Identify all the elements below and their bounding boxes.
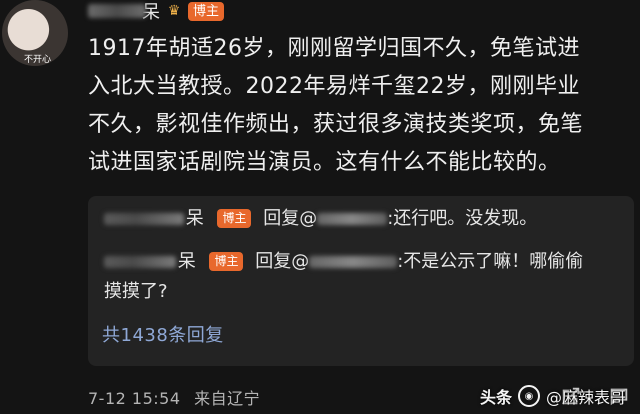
crown-icon: ♛ bbox=[167, 3, 181, 19]
reply-badge: 博主 bbox=[209, 252, 244, 271]
reply-prefix: 回复@ bbox=[263, 208, 318, 229]
reply-username[interactable]: 呆 bbox=[178, 251, 196, 272]
reply-item[interactable]: 呆 博主 回复@ :不是公示了嘛！哪偷偷 摸摸了? bbox=[104, 247, 583, 307]
reply-text: :还行吧。没发现。 bbox=[387, 208, 538, 229]
watermark-circle-icon: ◉ bbox=[517, 385, 540, 407]
comment-location: 来自辽宁 bbox=[194, 389, 261, 408]
comment-meta: 7-12 15:54 来自辽宁 bbox=[88, 385, 260, 409]
comment-body: 1917年胡适26岁，刚刚留学归国不久，免笔试进 入北大当教授。2022年易烊千… bbox=[88, 30, 636, 182]
reply-item[interactable]: 呆 博主 回复@ :还行吧。没发现。 bbox=[104, 204, 537, 234]
comment-line: 1917年胡适26岁，刚刚留学归国不久，免笔试进 bbox=[88, 36, 580, 61]
comment-line: 入北大当教授。2022年易烊千玺22岁，刚刚毕业 bbox=[88, 74, 580, 99]
watermark-handle: @麻辣表哥 bbox=[545, 388, 626, 407]
reply-badge: 博主 bbox=[217, 209, 252, 228]
watermark: 头条 ◉ @麻辣表哥 bbox=[480, 384, 626, 408]
avatar-caption: 不开心 bbox=[24, 55, 52, 65]
avatar[interactable]: 不开心 bbox=[2, 0, 68, 66]
replies-panel: 呆 博主 回复@ :还行吧。没发现。 呆 博主 回复@ :不是公示了嘛！哪偷偷 摸摸… bbox=[88, 196, 634, 366]
comment-date: 7-12 15:54 bbox=[88, 389, 181, 408]
reply-text-line2: 摸摸了? bbox=[104, 281, 168, 302]
post-author-row[interactable]: 呆 ♛ 博主 bbox=[88, 0, 225, 23]
reply-username-blurred bbox=[104, 256, 176, 268]
comment-line: 试进国家话剧院当演员。这有什么不能比较的。 bbox=[88, 150, 561, 175]
reply-count-link[interactable]: 共1438条回复 bbox=[102, 321, 224, 347]
mention-blurred bbox=[309, 256, 398, 268]
reply-username[interactable]: 呆 bbox=[186, 208, 204, 229]
comment-line: 不久，影视佳作频出，获过很多演技类奖项，免笔 bbox=[88, 112, 584, 137]
author-badge: 博主 bbox=[188, 1, 225, 21]
username-blurred bbox=[88, 4, 146, 18]
reply-prefix: 回复@ bbox=[255, 251, 310, 272]
reply-username-blurred bbox=[104, 213, 184, 225]
watermark-logo: 头条 bbox=[479, 388, 512, 407]
mention-blurred bbox=[317, 213, 388, 225]
reply-text: :不是公示了嘛！哪偷偷 bbox=[397, 251, 584, 272]
